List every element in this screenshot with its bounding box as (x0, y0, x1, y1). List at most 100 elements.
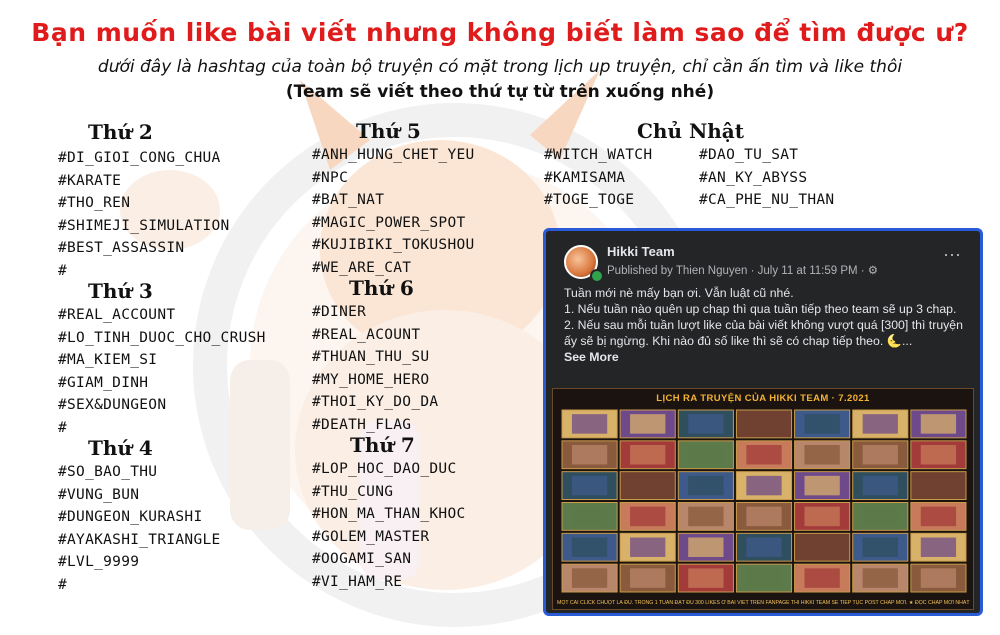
post-text: Tuần mới nè mấy bạn ơi. Vẫn luật cũ nhé.… (564, 285, 969, 365)
tag-list-chu-nhat-1: #WITCH_WATCH #KAMISAMA #TOGE_TOGE (544, 144, 652, 212)
post-line: 2. Nếu sau mỗi tuần lượt like của bài vi… (564, 318, 963, 348)
hashtag: #VUNG_BUN (58, 486, 140, 503)
schedule-cover-art (688, 506, 724, 527)
hashtag: #AN_KY_ABYSS (699, 169, 808, 186)
hashtag: #SEX&DUNGEON (58, 397, 167, 413)
hashtag: #WITCH_WATCH (544, 147, 653, 163)
schedule-cover-art (688, 475, 724, 496)
tag-list-thu5: #ANH_HUNG_CHET_YEU #NPC #BAT_NAT #MAGIC_… (312, 144, 475, 279)
online-status-icon (590, 269, 604, 283)
schedule-cover-art (804, 475, 840, 496)
hashtag: #ANH_HUNG_CHET_YEU (312, 147, 475, 163)
schedule-title: LỊCH RA TRUYỆN CỦA HIKKI TEAM · 7.2021 (656, 393, 870, 404)
schedule-cover-art (571, 568, 608, 588)
schedule-cover-art (630, 537, 666, 557)
schedule-cover-art (862, 414, 898, 434)
schedule-cover-art (571, 475, 608, 496)
hashtag: #KAMISAMA (544, 169, 626, 186)
schedule-cover-art (571, 414, 608, 434)
tag-list-thu7: #LOP_HOC_DAO_DUC #THU_CUNG #HON_MA_THAN_… (312, 458, 466, 593)
tag-list-thu4: #SO_BAO_THU #VUNG_BUN #DUNGEON_KURASHI #… (58, 461, 221, 596)
schedule-cover-art (804, 506, 840, 527)
hashtag: #KARATE (58, 172, 122, 189)
day-title-thu2: Thứ 2 (88, 120, 153, 144)
schedule-cover-art (571, 537, 608, 557)
schedule-footer: MỘT CÁI CLICK CHUỘT LÀ ĐỦ. TRONG 1 TUẦN … (557, 600, 971, 606)
hashtag: #BAT_NAT (312, 192, 385, 208)
hashtag: #DINER (312, 304, 367, 320)
schedule-cover-art (688, 568, 724, 588)
schedule-cover-art (630, 568, 666, 588)
hashtag: #SHIMEJI_SIMULATION (58, 217, 230, 234)
page-title: Bạn muốn like bài viết nhưng không biết … (31, 18, 969, 47)
schedule-cover-art (571, 506, 608, 527)
schedule-cover-art (920, 414, 957, 434)
schedule-cover-art (804, 537, 840, 557)
hashtag: #REAL_ACCOUNT (58, 307, 176, 323)
schedule-cover-art (746, 445, 782, 465)
schedule-cover-art (862, 445, 898, 465)
day-title-thu3: Thứ 3 (88, 279, 153, 303)
schedule-cover-art (630, 414, 666, 434)
see-more-link[interactable]: See More (564, 349, 969, 365)
hashtag: #DUNGEON_KURASHI (58, 509, 203, 525)
schedule-cover-art (746, 506, 782, 527)
hashtag: #THO_REN (58, 195, 131, 211)
day-title-thu4: Thứ 4 (88, 436, 153, 460)
schedule-cover-art (746, 568, 782, 588)
page-name-link[interactable]: Hikki Team (607, 244, 675, 259)
hashtag: #THU_CUNG (312, 483, 394, 500)
post-line: 1. Nếu tuần nào quên up chap thì qua tuầ… (564, 302, 957, 316)
schedule-cover-art (804, 568, 840, 588)
schedule-cover-art (920, 475, 957, 496)
hashtag: #MY_HOME_HERO (312, 371, 430, 388)
tag-list-thu3: #REAL_ACCOUNT #LO_TINH_DUOC_CHO_CRUSH #M… (58, 304, 266, 439)
hashtag: #VI_HAM_RE (312, 573, 403, 590)
hashtag: #KUJIBIKI_TOKUSHOU (312, 237, 475, 253)
hashtag: #SO_BAO_THU (58, 464, 158, 480)
page-note: (Team sẽ viết theo thứ tự từ trên xuống … (285, 82, 715, 102)
schedule-cover-art (804, 414, 840, 434)
schedule-cover-art (920, 506, 957, 527)
tag-list-chu-nhat-2: #DAO_TU_SAT #AN_KY_ABYSS #CA_PHE_NU_THAN (699, 144, 834, 212)
schedule-image[interactable]: LỊCH RA TRUYỆN CỦA HIKKI TEAM · 7.2021 M… (552, 388, 974, 610)
schedule-cover-art (688, 414, 724, 434)
hashtag: #DAO_TU_SAT (699, 147, 799, 163)
schedule-cover-art (862, 506, 898, 527)
tag-list-thu2: #DI_GIOI_CONG_CHUA #KARATE #THO_REN #SHI… (58, 147, 230, 282)
schedule-cover-art (630, 475, 666, 496)
schedule-cover-art (920, 568, 957, 588)
hashtag: #MA_KIEM_SI (58, 352, 158, 368)
schedule-cover-art (746, 537, 782, 557)
hashtag: #LVL_9999 (58, 554, 140, 570)
hashtag: #HON_MA_THAN_KHOC (312, 506, 466, 522)
hashtag: #GIAM_DINH (58, 374, 149, 391)
hashtag: #CA_PHE_NU_THAN (699, 192, 835, 208)
hashtag: #TOGE_TOGE (544, 192, 635, 208)
post-meta: Published by Thien Nguyen · July 11 at 1… (607, 265, 879, 277)
schedule-cover-art (630, 506, 666, 527)
day-title-chu-nhat: Chủ Nhật (637, 119, 744, 143)
hashtag: #LO_TINH_DUOC_CHO_CRUSH (58, 329, 266, 346)
schedule-cover-art (862, 537, 898, 557)
hashtag: #AYAKASHI_TRIANGLE (58, 531, 221, 548)
hashtag: #NPC (312, 169, 349, 186)
hashtag: # (58, 576, 68, 593)
hashtag: #BEST_ASSASSIN (58, 240, 185, 256)
hashtag: #OOGAMI_SAN (312, 551, 412, 567)
day-title-thu6: Thứ 6 (349, 276, 414, 300)
more-options-icon[interactable]: ⋯ (943, 245, 962, 266)
hashtag: #LOP_HOC_DAO_DUC (312, 461, 457, 477)
schedule-cover-art (571, 445, 608, 465)
schedule-cover-art (688, 445, 724, 465)
hashtag: #DI_GIOI_CONG_CHUA (58, 150, 221, 166)
schedule-cover-art (862, 568, 898, 588)
schedule-cover-art (746, 475, 782, 496)
tag-list-thu6: #DINER #REAL_ACOUNT #THUAN_THU_SU #MY_HO… (312, 301, 438, 436)
post-line: Tuần mới nè mấy bạn ơi. Vẫn luật cũ nhé. (564, 286, 794, 300)
hashtag: #REAL_ACOUNT (312, 326, 421, 343)
page-subtitle: dưới đây là hashtag của toàn bộ truyện c… (97, 57, 903, 77)
day-title-thu5: Thứ 5 (356, 119, 421, 143)
day-title-thu7: Thứ 7 (350, 433, 415, 457)
schedule-cover-grid (561, 409, 967, 593)
